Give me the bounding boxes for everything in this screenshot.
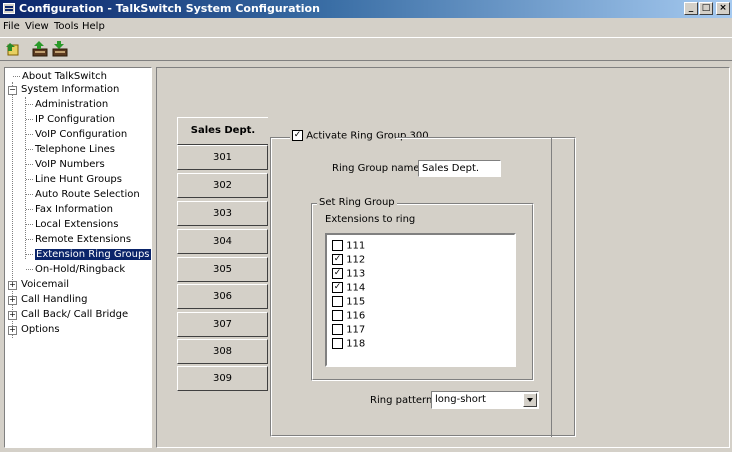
collapse-icon[interactable]: −	[8, 86, 17, 95]
tree-item-system-information[interactable]: − System Information	[8, 83, 119, 96]
ring-pattern-select[interactable]: long-short	[431, 391, 539, 409]
tab-sales-dept[interactable]: Sales Dept.	[177, 117, 268, 145]
ext-113-checkbox[interactable]	[332, 268, 343, 279]
list-item[interactable]: 114	[332, 282, 365, 294]
list-item[interactable]: 116	[332, 310, 365, 322]
list-item[interactable]: 115	[332, 296, 365, 308]
expand-icon[interactable]: +	[8, 326, 17, 335]
menu-tools[interactable]: Tools	[54, 21, 79, 32]
menu-bar: File View Tools Help	[0, 18, 732, 36]
activate-label: Activate Ring Group 300	[306, 130, 429, 142]
extensions-list[interactable]: 111 112 113 114 115 116 117 118	[325, 233, 516, 367]
tree-item-options[interactable]: + Options	[8, 323, 60, 336]
toolbar	[0, 37, 732, 61]
app-icon[interactable]	[3, 3, 15, 14]
ring-group-name-input[interactable]: Sales Dept.	[418, 160, 501, 177]
chevron-down-icon[interactable]	[523, 393, 537, 407]
activate-ring-group[interactable]: Activate Ring Group 300	[290, 130, 431, 142]
ext-111-checkbox[interactable]	[332, 240, 343, 251]
download-icon[interactable]	[52, 41, 70, 58]
ring-pattern-label: Ring pattern:	[370, 395, 436, 406]
tree-item-ip-configuration[interactable]: IP Configuration	[26, 113, 115, 126]
maximize-button[interactable]: □	[699, 2, 713, 15]
tab-303[interactable]: 303	[177, 201, 268, 226]
tree-item-remote-extensions[interactable]: Remote Extensions	[26, 233, 131, 246]
tree-item-voip-numbers[interactable]: VoIP Numbers	[26, 158, 105, 171]
tab-301[interactable]: 301	[177, 145, 268, 170]
menu-file[interactable]: File	[3, 21, 20, 32]
ext-117-checkbox[interactable]	[332, 324, 343, 335]
upload-icon[interactable]	[32, 41, 50, 58]
menu-help[interactable]: Help	[82, 21, 105, 32]
tree-item-fax-information[interactable]: Fax Information	[26, 203, 113, 216]
tree-item-call-handling[interactable]: + Call Handling	[8, 293, 87, 306]
tree-item-voicemail[interactable]: + Voicemail	[8, 278, 69, 291]
open-icon[interactable]	[6, 41, 24, 58]
list-item[interactable]: 113	[332, 268, 365, 280]
tree-item-voip-configuration[interactable]: VoIP Configuration	[26, 128, 127, 141]
title-bar: Configuration - TalkSwitch System Config…	[0, 0, 732, 18]
tree-item-on-hold-ringback[interactable]: On-Hold/Ringback	[26, 263, 125, 276]
extensions-label: Extensions to ring	[325, 214, 416, 225]
list-item[interactable]: 111	[332, 240, 365, 252]
tree-item-telephone-lines[interactable]: Telephone Lines	[26, 143, 115, 156]
ext-118-checkbox[interactable]	[332, 338, 343, 349]
tab-304[interactable]: 304	[177, 229, 268, 254]
tab-302[interactable]: 302	[177, 173, 268, 198]
tab-306[interactable]: 306	[177, 284, 268, 309]
tab-307[interactable]: 307	[177, 312, 268, 337]
tree-item-auto-route-selection[interactable]: Auto Route Selection	[26, 188, 140, 201]
tab-308[interactable]: 308	[177, 339, 268, 364]
ext-116-checkbox[interactable]	[332, 310, 343, 321]
tree-item-administration[interactable]: Administration	[26, 98, 108, 111]
ring-group-name-label: Ring Group name:	[332, 163, 423, 174]
tab-305[interactable]: 305	[177, 257, 268, 282]
expand-icon[interactable]: +	[8, 281, 17, 290]
activate-checkbox[interactable]	[292, 130, 303, 141]
tree-item-local-extensions[interactable]: Local Extensions	[26, 218, 118, 231]
ext-115-checkbox[interactable]	[332, 296, 343, 307]
list-item[interactable]: 112	[332, 254, 365, 266]
ring-pattern-value: long-short	[435, 394, 486, 405]
expand-icon[interactable]: +	[8, 311, 17, 320]
tree-item-extension-ring-groups[interactable]: Extension Ring Groups	[26, 248, 151, 261]
window-title: Configuration - TalkSwitch System Config…	[19, 2, 320, 15]
tree-item-about[interactable]: About TalkSwitch	[13, 70, 107, 83]
list-item[interactable]: 118	[332, 338, 365, 350]
navigation-tree[interactable]: About TalkSwitch − System Information Adm…	[4, 67, 152, 448]
list-item[interactable]: 117	[332, 324, 365, 336]
tree-item-call-back-call-bridge[interactable]: + Call Back/ Call Bridge	[8, 308, 128, 321]
set-ring-group-legend: Set Ring Group	[317, 197, 397, 208]
tree-item-line-hunt-groups[interactable]: Line Hunt Groups	[26, 173, 122, 186]
close-button[interactable]: ×	[716, 2, 730, 15]
expand-icon[interactable]: +	[8, 296, 17, 305]
ext-112-checkbox[interactable]	[332, 254, 343, 265]
menu-view[interactable]: View	[25, 21, 49, 32]
ext-114-checkbox[interactable]	[332, 282, 343, 293]
tab-309[interactable]: 309	[177, 366, 268, 391]
minimize-button[interactable]: _	[684, 2, 698, 15]
